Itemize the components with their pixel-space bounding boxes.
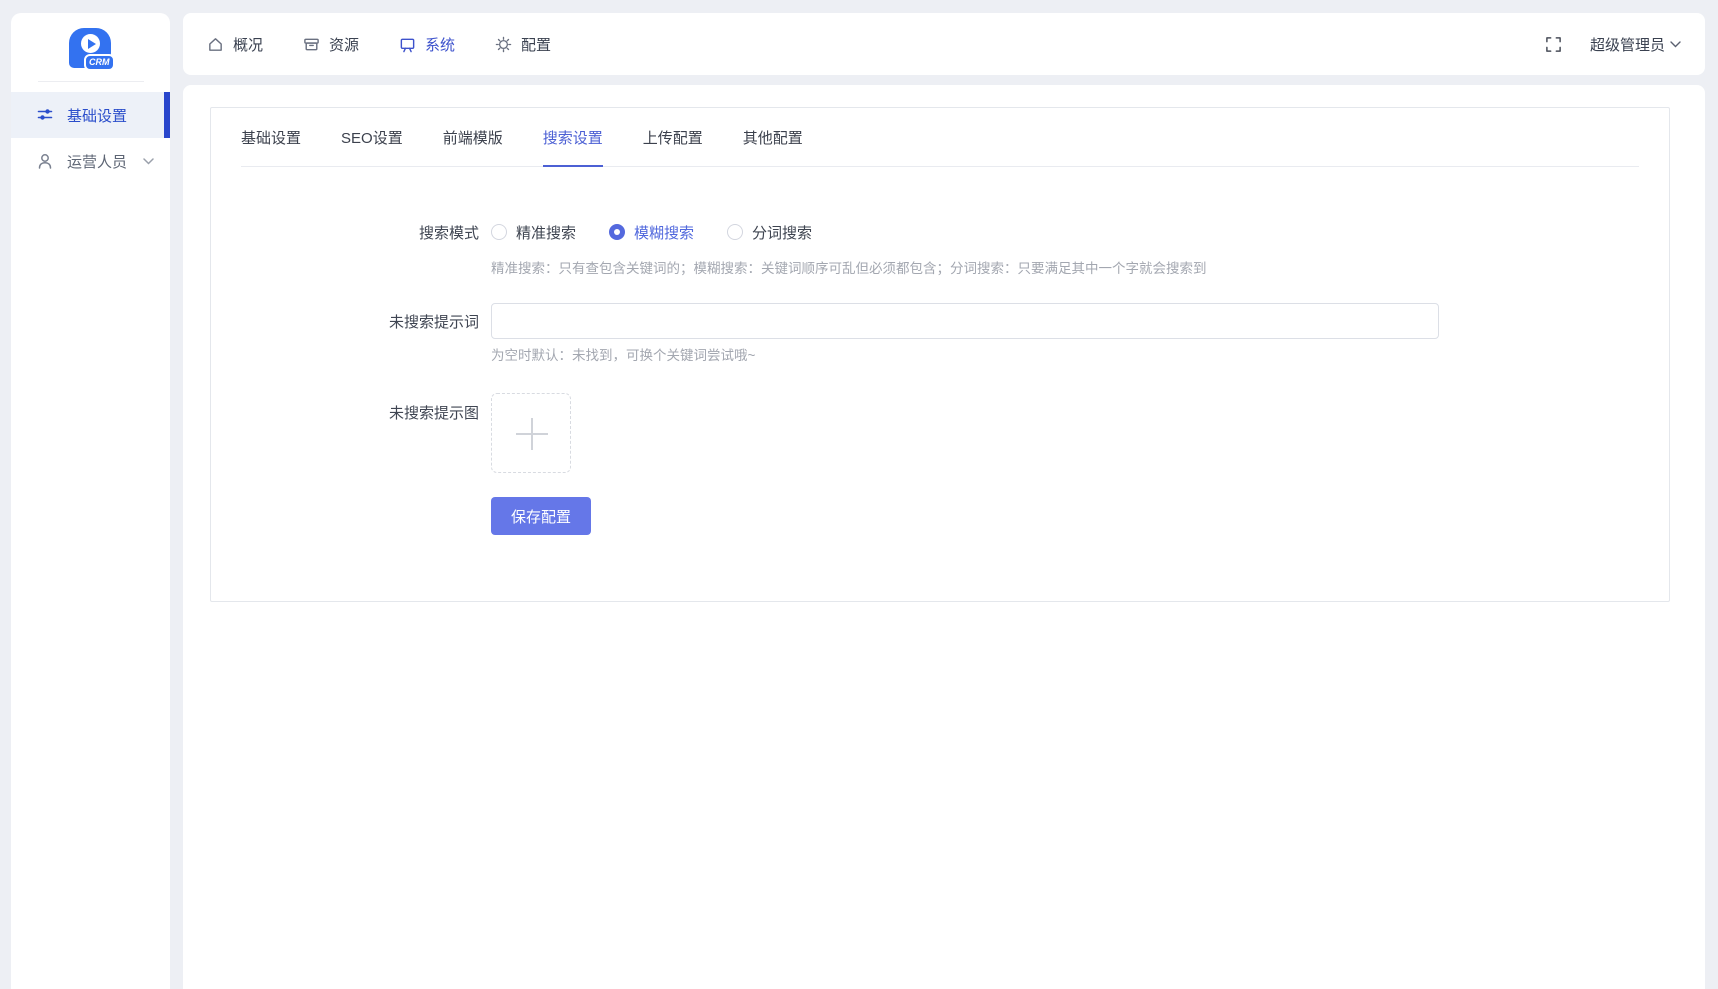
play-icon	[81, 34, 100, 53]
radio-label: 模糊搜索	[634, 222, 694, 243]
radio-segment-search[interactable]: 分词搜索	[727, 217, 812, 247]
no-search-image-upload[interactable]	[491, 393, 571, 473]
nav-item-label: 配置	[521, 34, 551, 55]
settings-tabs: 基础设置 SEO设置 前端模版 搜索设置 上传配置 其他配置	[241, 108, 1639, 167]
tab-basic-settings[interactable]: 基础设置	[241, 128, 301, 166]
monitor-icon	[399, 36, 416, 53]
no-search-image-label: 未搜索提示图	[241, 393, 491, 423]
sidebar-item-label: 运营人员	[67, 151, 127, 172]
radio-circle-icon	[491, 224, 507, 240]
tab-frontend-template[interactable]: 前端模版	[443, 128, 503, 166]
search-mode-label: 搜索模式	[241, 222, 491, 243]
no-search-word-input[interactable]	[491, 303, 1439, 339]
tab-other-config[interactable]: 其他配置	[743, 128, 803, 166]
person-icon	[36, 152, 54, 170]
save-row: 保存配置	[241, 497, 1639, 535]
app-logo: CRM	[11, 13, 170, 75]
nav-item-label: 概况	[233, 34, 263, 55]
search-mode-row: 搜索模式 精准搜索 模糊搜索 分词搜索	[241, 217, 1639, 247]
no-search-word-hint: 为空时默认：未找到，可换个关键词尝试哦~	[491, 348, 1639, 363]
nav-item-label: 系统	[425, 34, 455, 55]
no-search-image-row: 未搜索提示图	[241, 393, 1639, 473]
radio-circle-icon	[727, 224, 743, 240]
tab-upload-config[interactable]: 上传配置	[643, 128, 703, 166]
user-name: 超级管理员	[1590, 34, 1665, 55]
gear-icon	[495, 36, 512, 53]
search-mode-radio-group: 精准搜索 模糊搜索 分词搜索	[491, 217, 845, 247]
fullscreen-icon[interactable]	[1545, 36, 1562, 53]
sliders-icon	[36, 106, 54, 124]
user-menu[interactable]: 超级管理员	[1590, 34, 1681, 55]
sidebar-item-basic-settings[interactable]: 基础设置	[11, 92, 170, 138]
logo-label: CRM	[84, 54, 115, 71]
nav-item-config[interactable]: 配置	[495, 34, 551, 55]
sidebar-item-operators[interactable]: 运营人员	[11, 138, 170, 184]
sidebar-divider	[38, 81, 144, 82]
nav-item-resources[interactable]: 资源	[303, 34, 359, 55]
tab-seo-settings[interactable]: SEO设置	[341, 128, 403, 166]
radio-circle-icon	[609, 224, 625, 240]
sidebar-item-label: 基础设置	[67, 105, 127, 126]
header-right: 超级管理员	[1545, 34, 1681, 55]
radio-fuzzy-search[interactable]: 模糊搜索	[609, 217, 694, 247]
home-icon	[207, 36, 224, 53]
search-settings-form: 搜索模式 精准搜索 模糊搜索 分词搜索 精准搜索：只有查	[241, 217, 1639, 535]
no-search-word-row: 未搜索提示词	[241, 303, 1639, 339]
nav-item-overview[interactable]: 概况	[207, 34, 263, 55]
settings-card: 基础设置 SEO设置 前端模版 搜索设置 上传配置 其他配置 搜索模式 精准搜索…	[210, 107, 1670, 602]
sidebar: CRM 基础设置 运营人员	[11, 13, 170, 989]
save-config-button[interactable]: 保存配置	[491, 497, 591, 535]
tab-search-settings[interactable]: 搜索设置	[543, 128, 603, 167]
main-content: 基础设置 SEO设置 前端模版 搜索设置 上传配置 其他配置 搜索模式 精准搜索…	[183, 85, 1705, 989]
no-search-word-label: 未搜索提示词	[241, 311, 491, 332]
crm-logo-icon: CRM	[67, 26, 115, 72]
top-header: 概况 资源 系统	[183, 13, 1705, 75]
nav-item-label: 资源	[329, 34, 359, 55]
radio-label: 精准搜索	[516, 222, 576, 243]
chevron-down-icon	[143, 158, 154, 165]
chevron-down-icon	[1670, 41, 1681, 48]
search-mode-hint: 精准搜索：只有查包含关键词的；模糊搜索：关键词顺序可乱但必须都包含；分词搜索：只…	[491, 261, 1639, 276]
nav-item-system[interactable]: 系统	[399, 34, 455, 55]
radio-precise-search[interactable]: 精准搜索	[491, 217, 576, 247]
archive-box-icon	[303, 36, 320, 53]
radio-label: 分词搜索	[752, 222, 812, 243]
